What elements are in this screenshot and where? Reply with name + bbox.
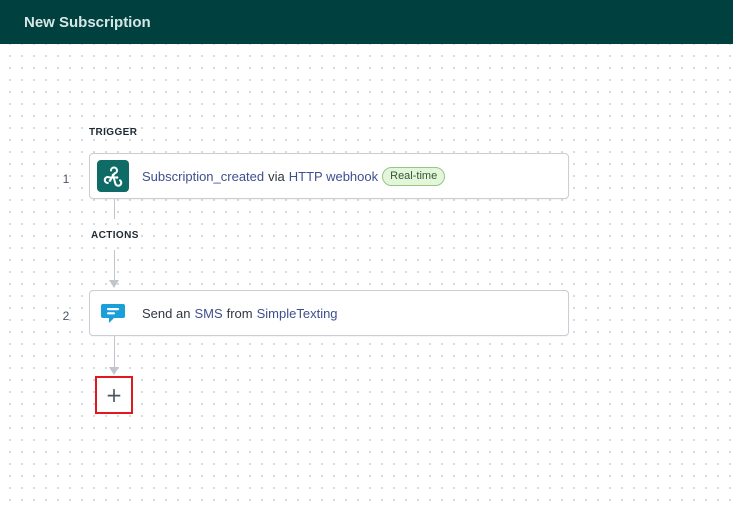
action-object: SMS: [194, 305, 223, 321]
trigger-connector-line: [114, 199, 115, 219]
action-app-name: SimpleTexting: [256, 305, 338, 321]
action-verb: Send an: [142, 305, 191, 321]
app-header: New Subscription: [0, 0, 733, 44]
trigger-step-card[interactable]: Subscription_created via HTTP webhook Re…: [89, 153, 569, 199]
action-step-card[interactable]: Send an SMS from SimpleTexting: [89, 290, 569, 336]
actions-section-label: ACTIONS: [91, 230, 139, 241]
add-step-connector-line: [114, 336, 115, 367]
simpletexting-icon: [97, 297, 129, 329]
trigger-step-description: Subscription_created via HTTP webhook Re…: [142, 166, 446, 186]
trigger-event-name: Subscription_created: [142, 168, 265, 184]
recipe-canvas: [0, 44, 733, 510]
trigger-connector-word: via: [268, 168, 285, 184]
trigger-section-label: TRIGGER: [89, 127, 138, 138]
realtime-badge: Real-time: [382, 166, 446, 186]
action-step-description: Send an SMS from SimpleTexting: [142, 306, 338, 321]
add-step-highlight: +: [95, 376, 133, 414]
arrow-down-icon: [109, 280, 119, 288]
actions-connector-line: [114, 250, 115, 280]
trigger-app-name: HTTP webhook: [288, 168, 379, 184]
webhook-icon: [97, 160, 129, 192]
step-number: 1: [62, 172, 70, 186]
action-connector-word: from: [226, 305, 253, 321]
arrow-down-icon: [109, 367, 119, 375]
add-step-button[interactable]: +: [99, 380, 129, 410]
recipe-title: New Subscription: [24, 13, 151, 31]
step-number: 2: [62, 309, 70, 323]
